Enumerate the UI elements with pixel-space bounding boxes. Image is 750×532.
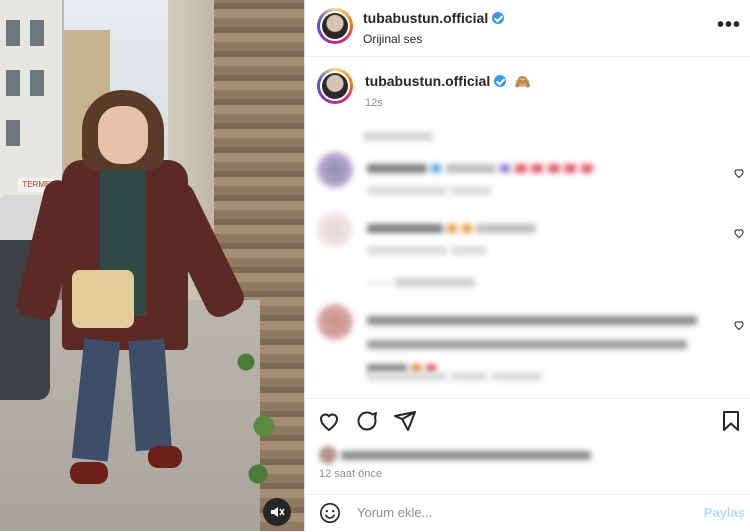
mute-button[interactable] [263, 498, 291, 526]
comment-item [317, 210, 750, 260]
reel-video[interactable]: TERMES [0, 0, 304, 531]
commenter-avatar[interactable] [317, 212, 353, 248]
heart-icon[interactable] [733, 318, 745, 331]
caption-avatar[interactable] [317, 68, 353, 104]
comment-meta-blurred [367, 368, 542, 386]
more-dots-icon[interactable]: ••• [717, 14, 741, 37]
caption-emoji: 🙈 [514, 74, 531, 89]
add-comment-bar: Paylaş [305, 494, 750, 532]
commenter-avatar[interactable] [317, 152, 353, 188]
bookmark-icon[interactable] [719, 409, 743, 433]
verified-badge-icon [492, 12, 505, 24]
caption-row: tubabustun.official 🙈 12s [317, 68, 737, 112]
heart-icon[interactable] [317, 409, 341, 433]
comment-item [317, 300, 750, 390]
verified-badge-icon [494, 75, 507, 87]
action-bar [305, 398, 750, 443]
post-comment-button[interactable]: Paylaş [704, 505, 745, 520]
comment-item [317, 150, 750, 200]
comment-meta-blurred [367, 182, 492, 200]
post-timestamp: 12 saat önce [319, 468, 382, 480]
likes-text-blurred [341, 446, 592, 463]
caption-time: 12s [365, 97, 383, 109]
comment-input[interactable] [355, 504, 659, 521]
post-panel: tubabustun.official Orijinal ses ••• tub… [304, 0, 750, 531]
comment-text-blurred [367, 220, 537, 238]
audio-label[interactable]: Orijinal ses [363, 32, 504, 46]
person-walking [13, 90, 249, 500]
emoji-icon[interactable] [319, 502, 341, 529]
shoulder-bag [72, 270, 134, 328]
heart-icon[interactable] [733, 226, 745, 239]
send-icon[interactable] [393, 409, 417, 433]
view-replies-blurred[interactable] [367, 274, 476, 292]
comment-text-blurred [367, 160, 593, 178]
post-header: tubabustun.official Orijinal ses ••• [305, 0, 750, 57]
commenter-avatar[interactable] [317, 304, 353, 340]
header-username[interactable]: tubabustun.official [363, 10, 488, 26]
heart-icon[interactable] [733, 166, 745, 179]
likes-row[interactable] [319, 446, 592, 464]
caption-username[interactable]: tubabustun.official [365, 73, 490, 89]
comment-meta-blurred [367, 242, 488, 260]
header-avatar[interactable] [317, 8, 353, 44]
blurred-text [363, 128, 433, 146]
comment-icon[interactable] [355, 409, 379, 433]
liker-avatar [319, 446, 337, 464]
